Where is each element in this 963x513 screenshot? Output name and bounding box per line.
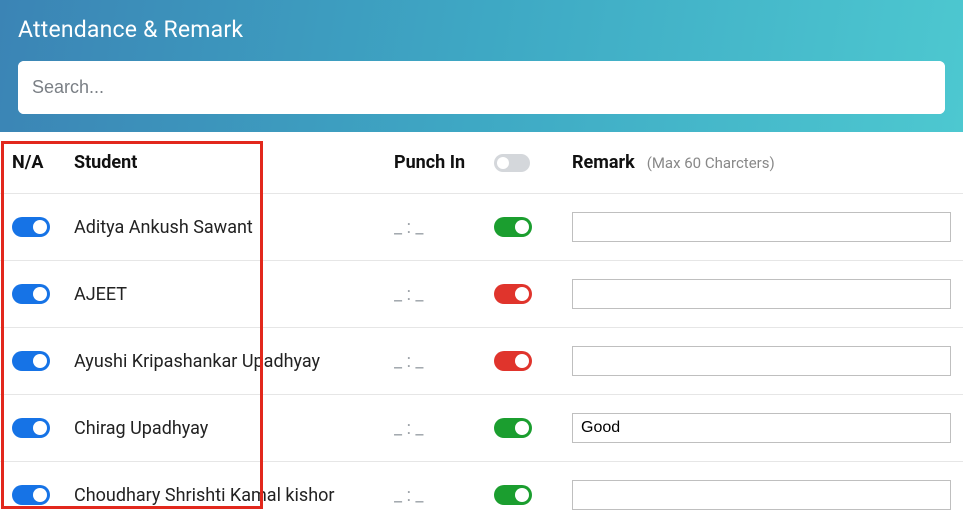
header-bar: Attendance & Remark [0,0,963,132]
punch-time: _ : _ [394,217,494,238]
punch-time: _ : _ [394,351,494,372]
col-header-remark: Remark [572,152,635,173]
remark-input[interactable] [572,212,951,242]
na-toggle[interactable] [12,418,50,438]
rows-scroll-area[interactable]: Aditya Ankush Sawant_ : _AJEET_ : _Ayush… [0,194,963,513]
punch-time: _ : _ [394,284,494,305]
punch-in-toggle[interactable] [494,217,532,237]
page-title: Attendance & Remark [18,16,945,43]
remark-input[interactable] [572,346,951,376]
na-toggle[interactable] [12,284,50,304]
na-toggle[interactable] [12,217,50,237]
punch-in-toggle[interactable] [494,418,532,438]
student-name: Aditya Ankush Sawant [74,217,394,238]
search-input[interactable] [18,61,945,114]
search-wrap [18,61,945,114]
punch-time: _ : _ [394,485,494,506]
table-row: Aditya Ankush Sawant_ : _ [0,194,963,261]
punch-in-toggle[interactable] [494,284,532,304]
punch-in-master-toggle[interactable] [494,154,530,172]
na-toggle[interactable] [12,485,50,505]
punch-time: _ : _ [394,418,494,439]
table-row: Choudhary Shrishti Kamal kishor_ : _ [0,462,963,513]
col-header-na: N/A [12,152,74,173]
remark-input[interactable] [572,480,951,510]
punch-in-toggle[interactable] [494,351,532,371]
student-name: AJEET [74,284,394,305]
remark-input[interactable] [572,413,951,443]
col-header-punch-in: Punch In [394,152,494,173]
na-toggle[interactable] [12,351,50,371]
student-name: Chirag Upadhyay [74,418,394,439]
table-row: Chirag Upadhyay_ : _ [0,395,963,462]
col-header-student: Student [74,152,394,173]
student-name: Ayushi Kripashankar Upadhyay [74,351,394,372]
table-row: AJEET_ : _ [0,261,963,328]
table-header-row: N/A Student Punch In Remark (Max 60 Char… [0,132,963,194]
col-header-remark-hint: (Max 60 Charcters) [647,154,775,172]
punch-in-toggle[interactable] [494,485,532,505]
remark-input[interactable] [572,279,951,309]
table-row: Ayushi Kripashankar Upadhyay_ : _ [0,328,963,395]
student-name: Choudhary Shrishti Kamal kishor [74,485,394,506]
